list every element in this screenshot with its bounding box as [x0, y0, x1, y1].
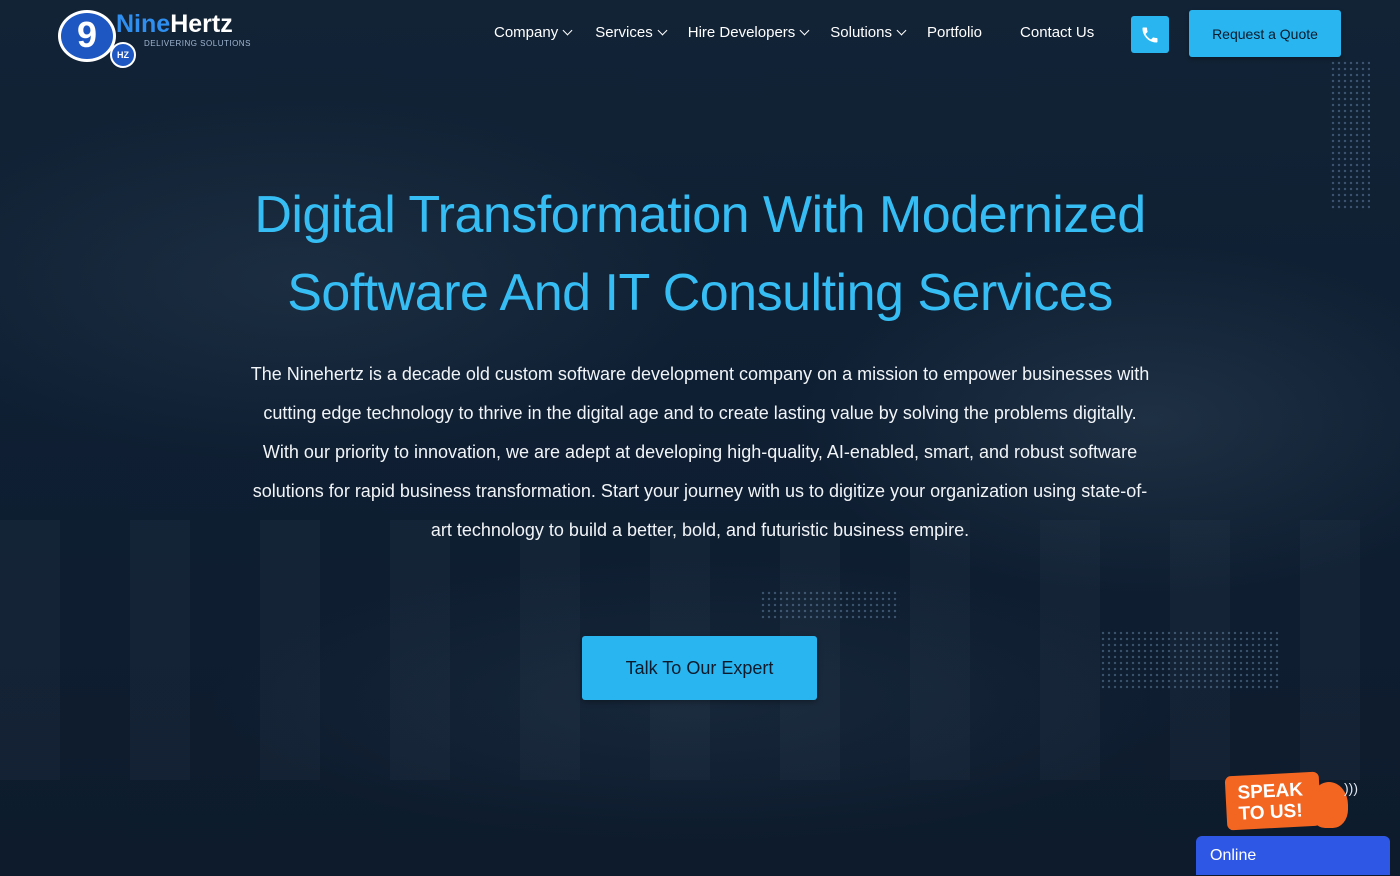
- nav-item-services[interactable]: Services: [595, 24, 668, 41]
- logo-wordmark-nine: Nine: [116, 10, 171, 38]
- logo-wordmark: NineHertz: [116, 10, 233, 39]
- nav-item-label: Services: [595, 24, 653, 41]
- decorative-dots: [1100, 630, 1280, 690]
- talk-to-expert-button[interactable]: Talk To Our Expert: [582, 636, 817, 700]
- nav-item-label: Portfolio: [927, 24, 983, 41]
- sound-waves-icon: ))): [1344, 780, 1358, 796]
- main-nav: Company Services Hire Developers Solutio…: [494, 24, 1094, 41]
- nav-item-label: Solutions: [830, 24, 892, 41]
- chevron-down-icon: [562, 25, 573, 36]
- hero-title-line-2: Software And IT Consulting Services: [287, 264, 1113, 322]
- decorative-dots: [760, 590, 900, 620]
- nav-item-label: Contact Us: [1020, 24, 1095, 41]
- speak-to-us-label: SPEAK TO US!: [1224, 771, 1322, 831]
- phone-button[interactable]: [1131, 16, 1169, 53]
- logo-wordmark-hertz: Hertz: [170, 10, 233, 38]
- chevron-down-icon: [657, 25, 668, 36]
- request-quote-button[interactable]: Request a Quote: [1189, 10, 1341, 57]
- logo-tagline: DELIVERING SOLUTIONS: [144, 39, 251, 48]
- nav-item-company[interactable]: Company: [494, 24, 573, 41]
- nav-item-contact-us[interactable]: Contact Us: [1020, 24, 1094, 41]
- chevron-down-icon: [896, 25, 907, 36]
- nav-item-hire-developers[interactable]: Hire Developers: [687, 24, 810, 41]
- decorative-dots: [1330, 60, 1370, 210]
- chevron-down-icon: [799, 25, 810, 36]
- phone-icon: [1142, 27, 1158, 42]
- hero-description: The Ninehertz is a decade old custom sof…: [250, 364, 1150, 540]
- speak-to-us-widget[interactable]: SPEAK TO US! ))): [1224, 770, 1358, 832]
- site-logo[interactable]: 9 HZ NineHertz DELIVERING SOLUTIONS: [58, 6, 258, 68]
- nav-item-label: Company: [494, 24, 559, 41]
- chat-online-tab[interactable]: Online: [1196, 836, 1390, 875]
- speak-line-2: TO US!: [1238, 800, 1304, 825]
- nav-item-portfolio[interactable]: Portfolio: [927, 24, 982, 41]
- logo-mark: 9: [58, 10, 116, 62]
- logo-hz-badge: HZ: [110, 42, 136, 68]
- hero-title: Digital Transformation With Modernized S…: [180, 176, 1220, 332]
- nav-item-label: Hire Developers: [687, 24, 796, 41]
- hero-title-line-1: Digital Transformation With Modernized: [254, 186, 1146, 244]
- nav-item-solutions[interactable]: Solutions: [830, 24, 907, 41]
